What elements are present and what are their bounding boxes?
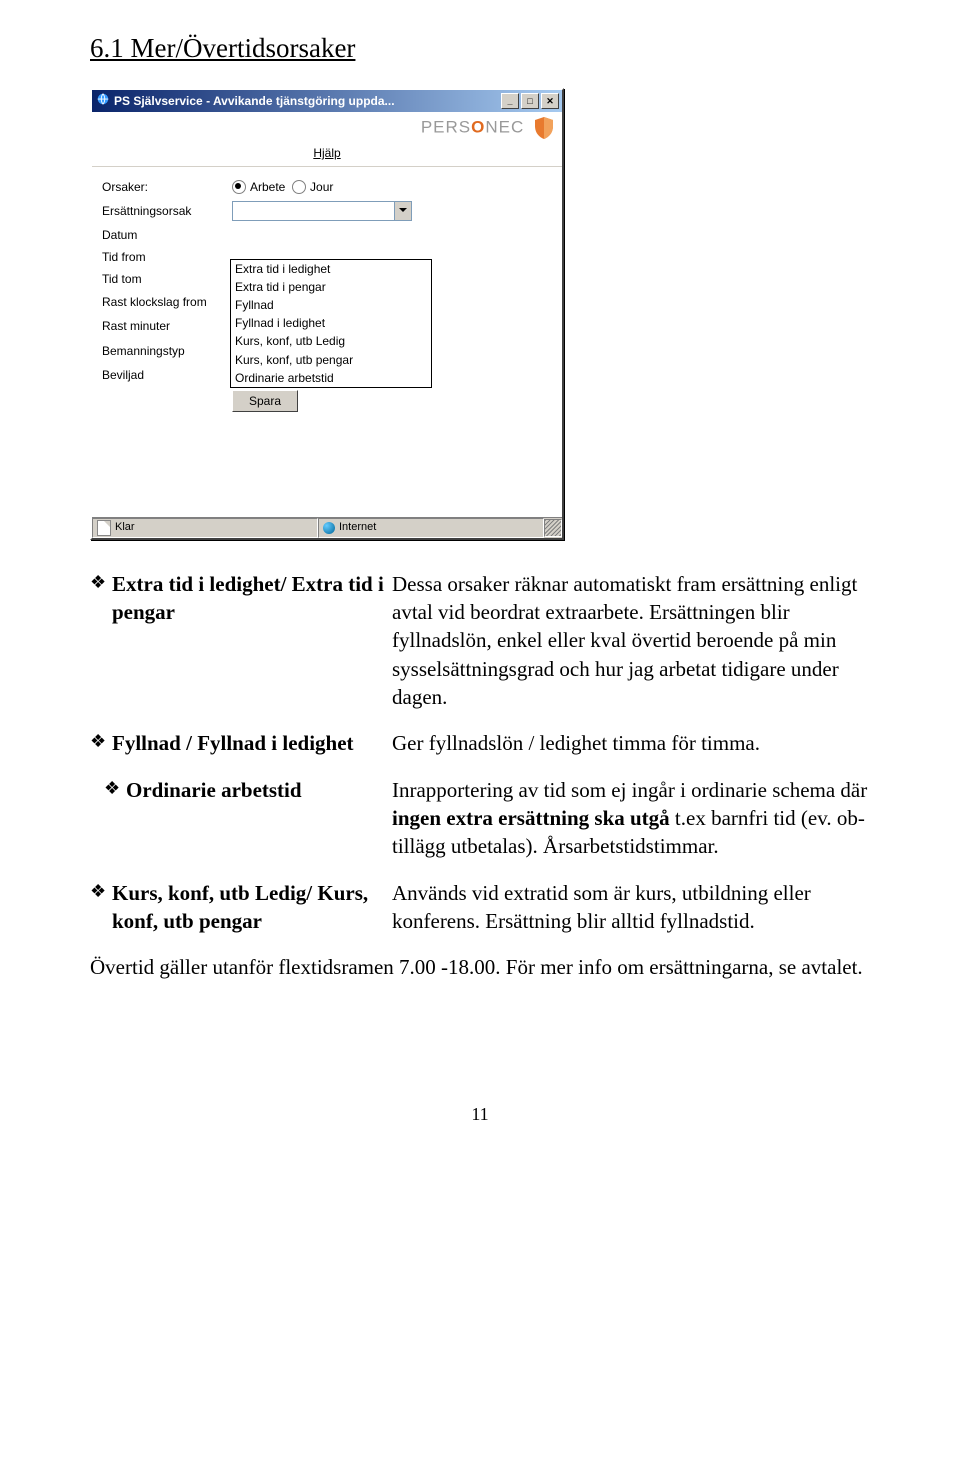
ie-icon [96,92,114,110]
bullet-desc: Inrapportering av tid som ej ingår i ord… [392,776,870,861]
status-bar: Klar Internet [92,517,562,538]
dropdown-option[interactable]: Fyllnad [231,296,431,314]
close-button[interactable]: ✕ [541,93,559,109]
brand-logo: PERSONEC [421,116,554,140]
dropdown-option[interactable]: Extra tid i pengar [231,278,431,296]
radio-jour[interactable] [292,180,306,194]
section-heading: 6.1 Mer/Övertidsorsaker [90,30,870,66]
shield-icon [534,116,554,140]
dialog-window: PS Självservice - Avvikande tjänstgöring… [90,88,564,539]
help-menu[interactable]: Hjälp [313,146,340,160]
bullet-term: Extra tid i ledighet/ Extra tid i pengar [112,570,392,712]
dialog-title: PS Självservice - Avvikande tjänstgöring… [114,93,499,109]
bullet-item: ❖ Fyllnad / Fyllnad i ledighet Ger fylln… [90,729,870,757]
orsaker-label: Orsaker: [102,179,232,195]
dropdown-option[interactable]: Fyllnad i ledighet [231,314,431,332]
page-number: 11 [90,1102,870,1126]
brand-row: PERSONEC [92,112,562,142]
footer-paragraph: Övertid gäller utanför flextidsramen 7.0… [90,953,870,981]
radio-arbete[interactable] [232,180,246,194]
document-icon [97,520,111,536]
dropdown-option[interactable]: Ordinarie arbetstid [231,369,431,387]
bullet-term: Ordinarie arbetstid [126,776,392,861]
bullet-desc-pre: Inrapportering av tid som ej ingår i ord… [392,778,867,802]
label-datum: Datum [102,227,232,243]
bullet-desc: Ger fyllnadslön / ledighet timma för tim… [392,729,870,757]
dropdown-icon[interactable] [394,202,411,220]
label-tid-tom: Tid tom [102,271,232,287]
maximize-button[interactable]: □ [521,93,539,109]
label-rast-min: Rast minuter [102,318,232,334]
label-rast-from: Rast klockslag from [102,294,232,310]
dialog-titlebar: PS Självservice - Avvikande tjänstgöring… [92,90,562,112]
brand-text-1: PERS [421,118,471,137]
dropdown-option[interactable]: Kurs, konf, utb pengar [231,351,431,369]
bullet-desc: Används vid extratid som är kurs, utbild… [392,879,870,936]
definition-list: ❖ Extra tid i ledighet/ Extra tid i peng… [90,570,870,936]
label-tid-from: Tid from [102,249,232,265]
brand-text-orange: O [471,118,485,137]
form-area: Orsaker: Arbete Jour Ersättningsorsak Da… [92,167,562,517]
label-ersattningsorsak: Ersättningsorsak [102,203,232,219]
bullet-icon: ❖ [90,570,112,712]
minimize-button[interactable]: _ [501,93,519,109]
dropdown-list: Extra tid i ledighet Extra tid i pengar … [230,259,432,388]
status-left-text: Klar [115,520,135,535]
bullet-item: ❖ Kurs, konf, utb Ledig/ Kurs, konf, utb… [90,879,870,936]
status-right: Internet [318,518,544,538]
label-bemanningstyp: Bemanningstyp [102,343,232,359]
dropdown-option[interactable]: Kurs, konf, utb Ledig [231,332,431,350]
globe-icon [323,522,335,534]
menu-bar: Hjälp [92,142,562,166]
bullet-item: ❖ Ordinarie arbetstid Inrapportering av … [90,776,870,861]
save-button[interactable]: Spara [232,390,298,412]
brand-text-2: NEC [485,118,524,137]
dropdown-option[interactable]: Extra tid i ledighet [231,260,431,278]
bullet-term: Fyllnad / Fyllnad i ledighet [112,729,392,757]
bullet-icon: ❖ [90,729,112,757]
radio-jour-label: Jour [310,179,333,195]
label-beviljad: Beviljad [102,367,232,383]
bullet-term: Kurs, konf, utb Ledig/ Kurs, konf, utb p… [112,879,392,936]
bullet-desc: Dessa orsaker räknar automatiskt fram er… [392,570,870,712]
bullet-icon: ❖ [90,776,126,861]
radio-arbete-label: Arbete [250,179,285,195]
bullet-desc-bold: ingen extra ersättning ska utgå [392,806,670,830]
bullet-icon: ❖ [90,879,112,936]
resize-grip-icon[interactable] [544,519,562,537]
bullet-item: ❖ Extra tid i ledighet/ Extra tid i peng… [90,570,870,712]
status-right-text: Internet [339,520,376,535]
select-ersattningsorsak[interactable] [232,201,412,221]
status-left: Klar [92,518,318,538]
